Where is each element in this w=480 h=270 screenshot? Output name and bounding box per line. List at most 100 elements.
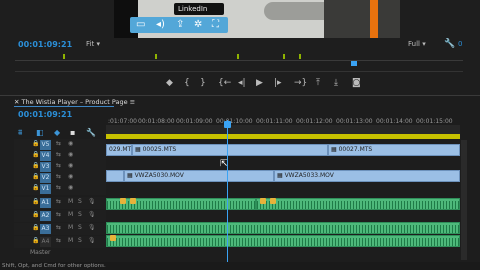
goto-in-icon[interactable]: {← [218,78,231,88]
lock-icon[interactable]: 🔒 [32,162,39,169]
sync-lock-icon[interactable]: ⇆ [56,237,61,244]
sync-lock-icon[interactable]: ⇆ [56,211,61,218]
play-icon[interactable]: ▶ [256,78,263,88]
wrench-icon[interactable]: 🔧 [444,39,455,49]
track-header-a2[interactable]: 🔒 A2 ⇆ M S 🎙 [14,210,106,222]
lock-icon[interactable]: 🔒 [32,151,39,158]
clip-v2-b[interactable]: ▦ VWZA5033.MOV [274,170,460,182]
track-label[interactable]: A2 [40,211,51,221]
track-label[interactable]: A1 [40,198,51,208]
ruler-label: 00:01:08:00 [138,118,175,125]
playhead-handle[interactable] [224,121,231,128]
sync-lock-icon[interactable]: ⇆ [56,198,61,205]
add-marker-icon[interactable]: ◆ [54,128,60,137]
track-header-v1[interactable]: 🔒 V1 ⇆ ◉ [14,183,106,195]
lock-icon[interactable]: 🔒 [32,198,39,205]
marker-settings-icon[interactable]: ▪ [70,128,75,137]
track-header-a1[interactable]: 🔒 A1 ⇆ M S 🎙 [14,197,106,209]
solo-button[interactable]: S [78,224,82,231]
lock-icon[interactable]: 🔒 [32,184,39,191]
sync-lock-icon[interactable]: ⇆ [56,151,61,158]
mic-icon[interactable]: 🎙 [88,237,96,244]
eye-icon[interactable]: ◉ [68,184,73,191]
volume-icon[interactable]: ◂) [156,18,165,32]
eye-icon[interactable]: ◉ [68,151,73,158]
track-label[interactable]: V4 [40,151,51,161]
work-area-bar[interactable] [106,134,460,139]
linkedin-tooltip: LinkedIn [174,3,224,15]
timeline-scrollbar[interactable] [461,140,467,260]
wistia-player-controls[interactable]: ▭ ◂) ⇪ ✲ ⛶ [130,17,228,33]
audio-clip-a3[interactable] [106,222,460,234]
quality-select[interactable]: Full ▾ [408,40,426,48]
zoom-select[interactable]: Fit ▾ [86,40,100,48]
sync-lock-icon[interactable]: ⇆ [56,224,61,231]
track-label[interactable]: V3 [40,162,51,172]
track-label[interactable]: A3 [40,224,51,234]
track-label[interactable]: V1 [40,184,51,194]
extract-icon[interactable]: ⤓ [334,78,338,88]
track-label[interactable]: V2 [40,173,51,183]
mic-icon[interactable]: 🎙 [88,211,96,218]
marker-icon[interactable]: ◆ [166,78,173,88]
sequence-tab[interactable]: ✕ The Wistia Player – Product Page ≡ [14,98,135,106]
solo-button[interactable]: S [78,237,82,244]
mark-in-icon[interactable]: { [184,78,190,88]
clip-v2-a[interactable]: ▦ VWZA5030.MOV [124,170,274,182]
mic-icon[interactable]: 🎙 [88,224,96,231]
fullscreen-icon[interactable]: ⛶ [212,18,219,32]
audio-clip-a4[interactable] [106,235,460,247]
lock-icon[interactable]: 🔒 [32,140,39,147]
mute-button[interactable]: M [68,237,73,244]
track-header-a4[interactable]: 🔒 A4 ⇆ M S 🎙 [14,236,106,248]
captions-icon[interactable]: ▭ [136,18,145,32]
track-label[interactable]: A4 [40,237,51,247]
goto-out-icon[interactable]: →} [294,78,307,88]
clip-v4-c[interactable]: ▦ 00027.MTS [328,144,460,156]
export-frame-icon[interactable]: ◙ [352,78,361,88]
lift-icon[interactable]: ⤒ [316,78,320,88]
lock-icon[interactable]: 🔒 [32,211,39,218]
solo-button[interactable]: S [78,211,82,218]
step-back-icon[interactable]: ◂| [238,78,246,88]
eye-icon[interactable]: ◉ [68,140,73,147]
monitor-mini-ruler[interactable] [15,52,463,72]
audio-clip-a1-2[interactable] [256,198,460,210]
timeline-timecode[interactable]: 00:01:09:21 [18,110,72,119]
linked-selection-icon[interactable]: ◧ [36,128,44,137]
lock-icon[interactable]: 🔒 [32,173,39,180]
eye-icon[interactable]: ◉ [68,162,73,169]
panel-divider[interactable] [0,95,480,96]
wrench-icon[interactable]: 🔧 [86,128,96,137]
sync-lock-icon[interactable]: ⇆ [56,162,61,169]
eye-icon[interactable]: ◉ [68,173,73,180]
solo-button[interactable]: S [78,198,82,205]
settings-icon[interactable]: ✲ [194,18,202,32]
mute-button[interactable]: M [68,198,73,205]
clip-v4-b[interactable]: ▦ 00025.MTS [132,144,328,156]
audio-clip-a1-1[interactable] [106,198,256,210]
ruler-label: 00:01:12:00 [296,118,333,125]
sync-lock-icon[interactable]: ⇆ [56,140,61,147]
mute-button[interactable]: M [68,211,73,218]
monitor-playhead[interactable] [351,61,357,66]
video-wall [324,0,400,38]
sync-lock-icon[interactable]: ⇆ [56,173,61,180]
fx-badge-icon [260,198,266,204]
lock-icon[interactable]: 🔒 [32,224,39,231]
track-header-a3[interactable]: 🔒 A3 ⇆ M S 🎙 [14,223,106,235]
timeline-playhead[interactable] [227,120,228,270]
track-label[interactable]: V5 [40,140,51,150]
program-timecode[interactable]: 00:01:09:21 [18,40,72,49]
snap-icon[interactable]: ⩩ [18,128,22,138]
clip-v2-gap[interactable] [106,170,124,182]
close-icon[interactable]: ✕ [14,98,22,106]
mute-button[interactable]: M [68,224,73,231]
mark-out-icon[interactable]: } [200,78,206,88]
clip-v4-a[interactable]: 029.MTS [106,144,132,156]
mic-icon[interactable]: 🎙 [88,198,96,205]
step-forward-icon[interactable]: |▸ [274,78,282,88]
lock-icon[interactable]: 🔒 [32,237,39,244]
sync-lock-icon[interactable]: ⇆ [56,184,61,191]
share-icon[interactable]: ⇪ [176,18,184,32]
